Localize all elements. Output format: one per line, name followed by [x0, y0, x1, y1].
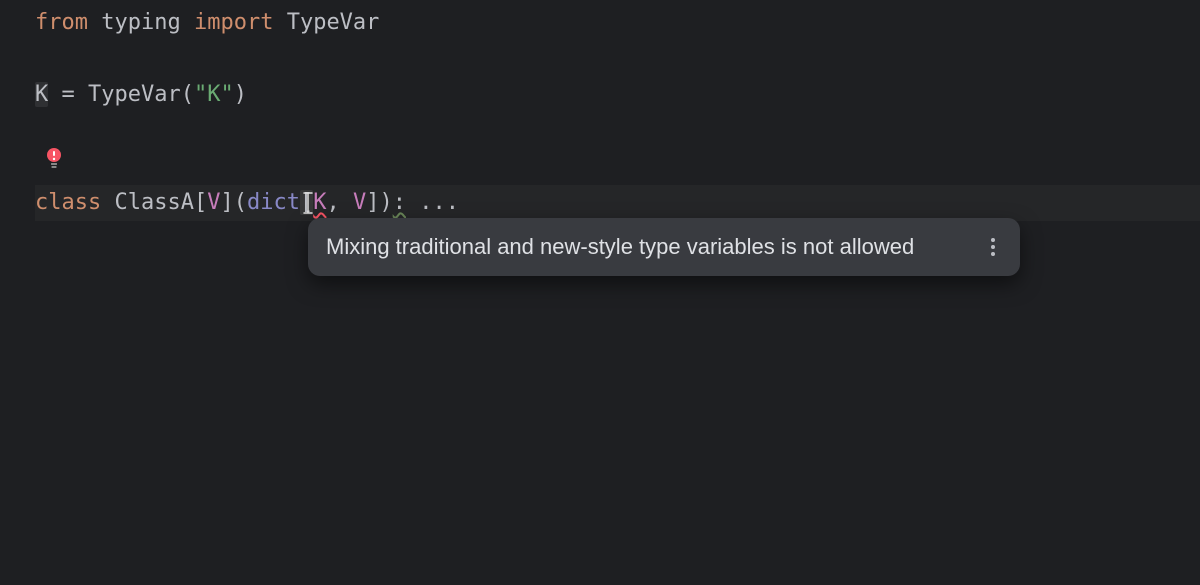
- tooltip-message: Mixing traditional and new-style type va…: [326, 234, 944, 260]
- keyword-class: class: [35, 190, 101, 215]
- code-editor[interactable]: from typing import TypeVar K = TypeVar("…: [0, 0, 1200, 221]
- dict-base: dict: [247, 190, 300, 215]
- typevar-k-error: K: [313, 190, 326, 215]
- variable-k: K: [35, 82, 48, 107]
- more-vertical-icon[interactable]: [984, 236, 1002, 258]
- imported-name: TypeVar: [287, 10, 380, 35]
- class-name: ClassA: [114, 190, 193, 215]
- typevar-v-use: V: [353, 190, 366, 215]
- code-line-5[interactable]: [35, 149, 1200, 185]
- code-line-6[interactable]: class ClassA[V](dict[K, V]): ...: [35, 185, 1200, 221]
- module-name: typing: [101, 10, 180, 35]
- typevar-v: V: [207, 190, 220, 215]
- string-literal: "K": [194, 82, 234, 107]
- typevar-call: TypeVar: [88, 82, 181, 107]
- error-tooltip: Mixing traditional and new-style type va…: [308, 218, 1020, 276]
- code-line-3[interactable]: K = TypeVar("K"): [35, 77, 1200, 113]
- keyword-import: import: [194, 10, 273, 35]
- code-line-4[interactable]: [35, 113, 1200, 149]
- code-line-2[interactable]: [35, 41, 1200, 77]
- code-line-1[interactable]: from typing import TypeVar: [35, 5, 1200, 41]
- keyword-from: from: [35, 10, 88, 35]
- error-lightbulb-icon[interactable]: [45, 147, 63, 169]
